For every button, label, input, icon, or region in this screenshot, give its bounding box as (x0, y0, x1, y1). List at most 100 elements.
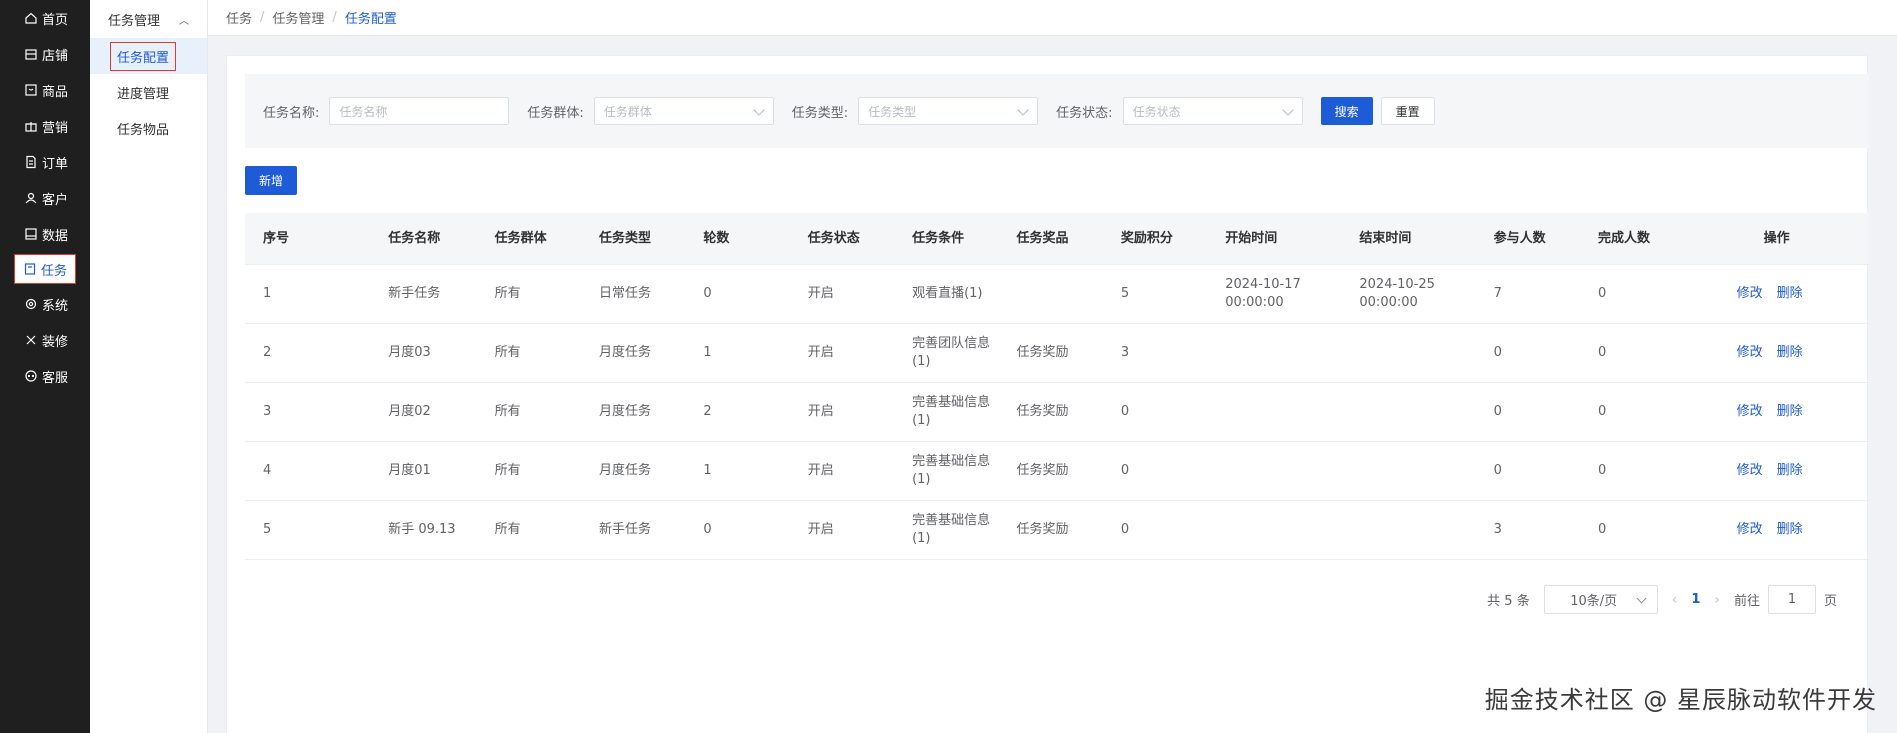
main-nav: 首页 店铺 商品 营销 订单 客户 数据 任务 系统 装修 客服 (0, 0, 90, 733)
cell-task-type: 月度任务 (598, 463, 651, 478)
pagination: 共 5 条 10条/页 ‹ 1 › 前往 1 页 (1487, 585, 1837, 614)
task-submenu: 任务管理 ︿ 任务配置 进度管理 任务物品 (90, 0, 208, 733)
nav-item-home[interactable]: 首页 (0, 0, 90, 36)
next-page-icon[interactable]: › (1714, 592, 1720, 608)
search-button[interactable]: 搜索 (1320, 97, 1373, 125)
task-status-label: 任务状态: (1056, 105, 1113, 121)
cell-status: 开启 (807, 463, 834, 478)
submenu-item-progress[interactable]: 进度管理 (90, 74, 207, 110)
cell-index: 3 (263, 404, 272, 419)
nav-item-goods[interactable]: 商品 (0, 72, 90, 108)
cell-actions: 修改 删除 (1684, 462, 1869, 480)
column-header: 开始时间 (1225, 230, 1278, 246)
delete-link[interactable]: 删除 (1777, 462, 1803, 480)
table-row: 5 新手 09.13 所有 新手任务 0 开启 完善基础信息(1) 任务奖励 0… (245, 501, 1869, 560)
nav-item-order[interactable]: 订单 (0, 144, 90, 180)
delete-link[interactable]: 删除 (1777, 521, 1803, 539)
table-row: 1 新手任务 所有 日常任务 0 开启 观看直播(1) 5 2024-10-17… (245, 265, 1869, 324)
chevron-down-icon (753, 104, 765, 116)
cell-prize: 任务奖励 (1016, 522, 1069, 537)
edit-link[interactable]: 修改 (1737, 462, 1763, 480)
edit-link[interactable]: 修改 (1737, 344, 1763, 362)
cell-rounds: 0 (703, 522, 712, 537)
cell-participants: 3 (1493, 522, 1502, 537)
cell-actions: 修改 删除 (1684, 403, 1869, 421)
nav-item-task[interactable]: 任务 (14, 254, 76, 284)
cell-task-name: 新手 09.13 (388, 522, 456, 537)
breadcrumb-item-task[interactable]: 任务 (226, 8, 252, 27)
delete-link[interactable]: 删除 (1777, 344, 1803, 362)
task-status-select[interactable]: 任务状态 (1122, 97, 1303, 125)
home-icon (24, 11, 38, 25)
edit-link[interactable]: 修改 (1737, 521, 1763, 539)
cell-participants: 0 (1493, 404, 1502, 419)
filter-bar: 任务名称: 任务名称 任务群体: 任务群体 任务类型: 任务类型 任务状态: 任… (245, 74, 1869, 148)
cell-condition: 完善基础信息(1) (912, 454, 991, 487)
task-table: 序号 任务名称 任务群体 任务类型 轮数 任务状态 任务条件 任务奖品 奖励积分… (245, 213, 1869, 560)
breadcrumb-item-task-management[interactable]: 任务管理 (272, 8, 324, 27)
chevron-down-icon (1636, 593, 1647, 604)
cell-completed: 0 (1597, 345, 1607, 360)
cell-completed: 0 (1597, 404, 1607, 419)
nav-item-system[interactable]: 系统 (0, 286, 90, 322)
nav-item-service[interactable]: 客服 (0, 358, 90, 394)
table-row: 4 月度01 所有 月度任务 1 开启 完善基础信息(1) 任务奖励 0 0 0… (245, 442, 1869, 501)
add-task-button[interactable]: 新增 (245, 166, 298, 195)
cell-participants: 7 (1493, 286, 1502, 301)
prev-page-icon[interactable]: ‹ (1672, 592, 1678, 608)
cell-task-group: 所有 (494, 286, 521, 301)
cell-task-name: 月度02 (388, 404, 431, 419)
cell-status: 开启 (807, 345, 834, 360)
submenu-group-task-management[interactable]: 任务管理 ︿ (90, 0, 207, 38)
nav-item-customer[interactable]: 客户 (0, 180, 90, 216)
table-row: 2 月度03 所有 月度任务 1 开启 完善团队信息(1) 任务奖励 3 0 0… (245, 324, 1869, 383)
task-group-select[interactable]: 任务群体 (593, 97, 774, 125)
nav-item-marketing[interactable]: 营销 (0, 108, 90, 144)
cell-points: 0 (1120, 522, 1130, 537)
goto-page-input[interactable]: 1 (1767, 585, 1816, 614)
nav-item-data[interactable]: 数据 (0, 216, 90, 252)
column-header: 任务群体 (494, 230, 547, 246)
cell-task-name: 月度03 (388, 345, 431, 360)
chevron-down-icon (1017, 104, 1029, 116)
breadcrumb: 任务 / 任务管理 / 任务配置 (208, 0, 1897, 36)
shop-icon (24, 47, 38, 61)
nav-item-decorate[interactable]: 装修 (0, 322, 90, 358)
cell-task-type: 月度任务 (598, 345, 651, 360)
cell-task-type: 日常任务 (598, 286, 651, 301)
reset-button[interactable]: 重置 (1380, 97, 1435, 125)
table-body: 1 新手任务 所有 日常任务 0 开启 观看直播(1) 5 2024-10-17… (245, 265, 1869, 560)
watermark: 掘金技术社区 @ 星辰脉动软件开发 (1484, 686, 1877, 714)
cell-task-type: 月度任务 (598, 404, 651, 419)
cell-task-group: 所有 (494, 463, 521, 478)
page-number-current[interactable]: 1 (1691, 592, 1700, 607)
page-suffix: 页 (1823, 594, 1837, 609)
edit-link[interactable]: 修改 (1737, 285, 1763, 303)
edit-link[interactable]: 修改 (1737, 403, 1763, 421)
cell-points: 0 (1120, 404, 1130, 419)
cell-start-time: 2024-10-17 00:00:00 (1225, 277, 1301, 310)
cell-points: 0 (1120, 463, 1130, 478)
table-row: 3 月度02 所有 月度任务 2 开启 完善基础信息(1) 任务奖励 0 0 0… (245, 383, 1869, 442)
chevron-down-icon (1281, 104, 1294, 116)
table-header: 序号 任务名称 任务群体 任务类型 轮数 任务状态 任务条件 任务奖品 奖励积分… (245, 213, 1869, 265)
delete-link[interactable]: 删除 (1777, 285, 1803, 303)
nav-item-shop[interactable]: 店铺 (0, 36, 90, 72)
gift-icon (24, 119, 38, 133)
cell-task-group: 所有 (494, 522, 521, 537)
column-header: 结束时间 (1359, 230, 1412, 246)
submenu-item-task-config[interactable]: 任务配置 (90, 38, 207, 74)
column-header: 任务条件 (912, 230, 965, 246)
task-group-label: 任务群体: (527, 105, 584, 121)
task-type-select[interactable]: 任务类型 (858, 97, 1039, 125)
task-name-label: 任务名称: (263, 105, 320, 121)
cell-actions: 修改 删除 (1684, 285, 1869, 303)
cell-prize: 任务奖励 (1016, 404, 1069, 419)
cell-participants: 0 (1493, 345, 1502, 360)
submenu-item-task-goods[interactable]: 任务物品 (90, 110, 207, 146)
cell-completed: 0 (1597, 286, 1607, 301)
page-size-select[interactable]: 10条/页 (1543, 585, 1658, 614)
delete-link[interactable]: 删除 (1777, 403, 1803, 421)
column-header: 完成人数 (1597, 230, 1650, 246)
task-name-input[interactable]: 任务名称 (329, 97, 510, 125)
